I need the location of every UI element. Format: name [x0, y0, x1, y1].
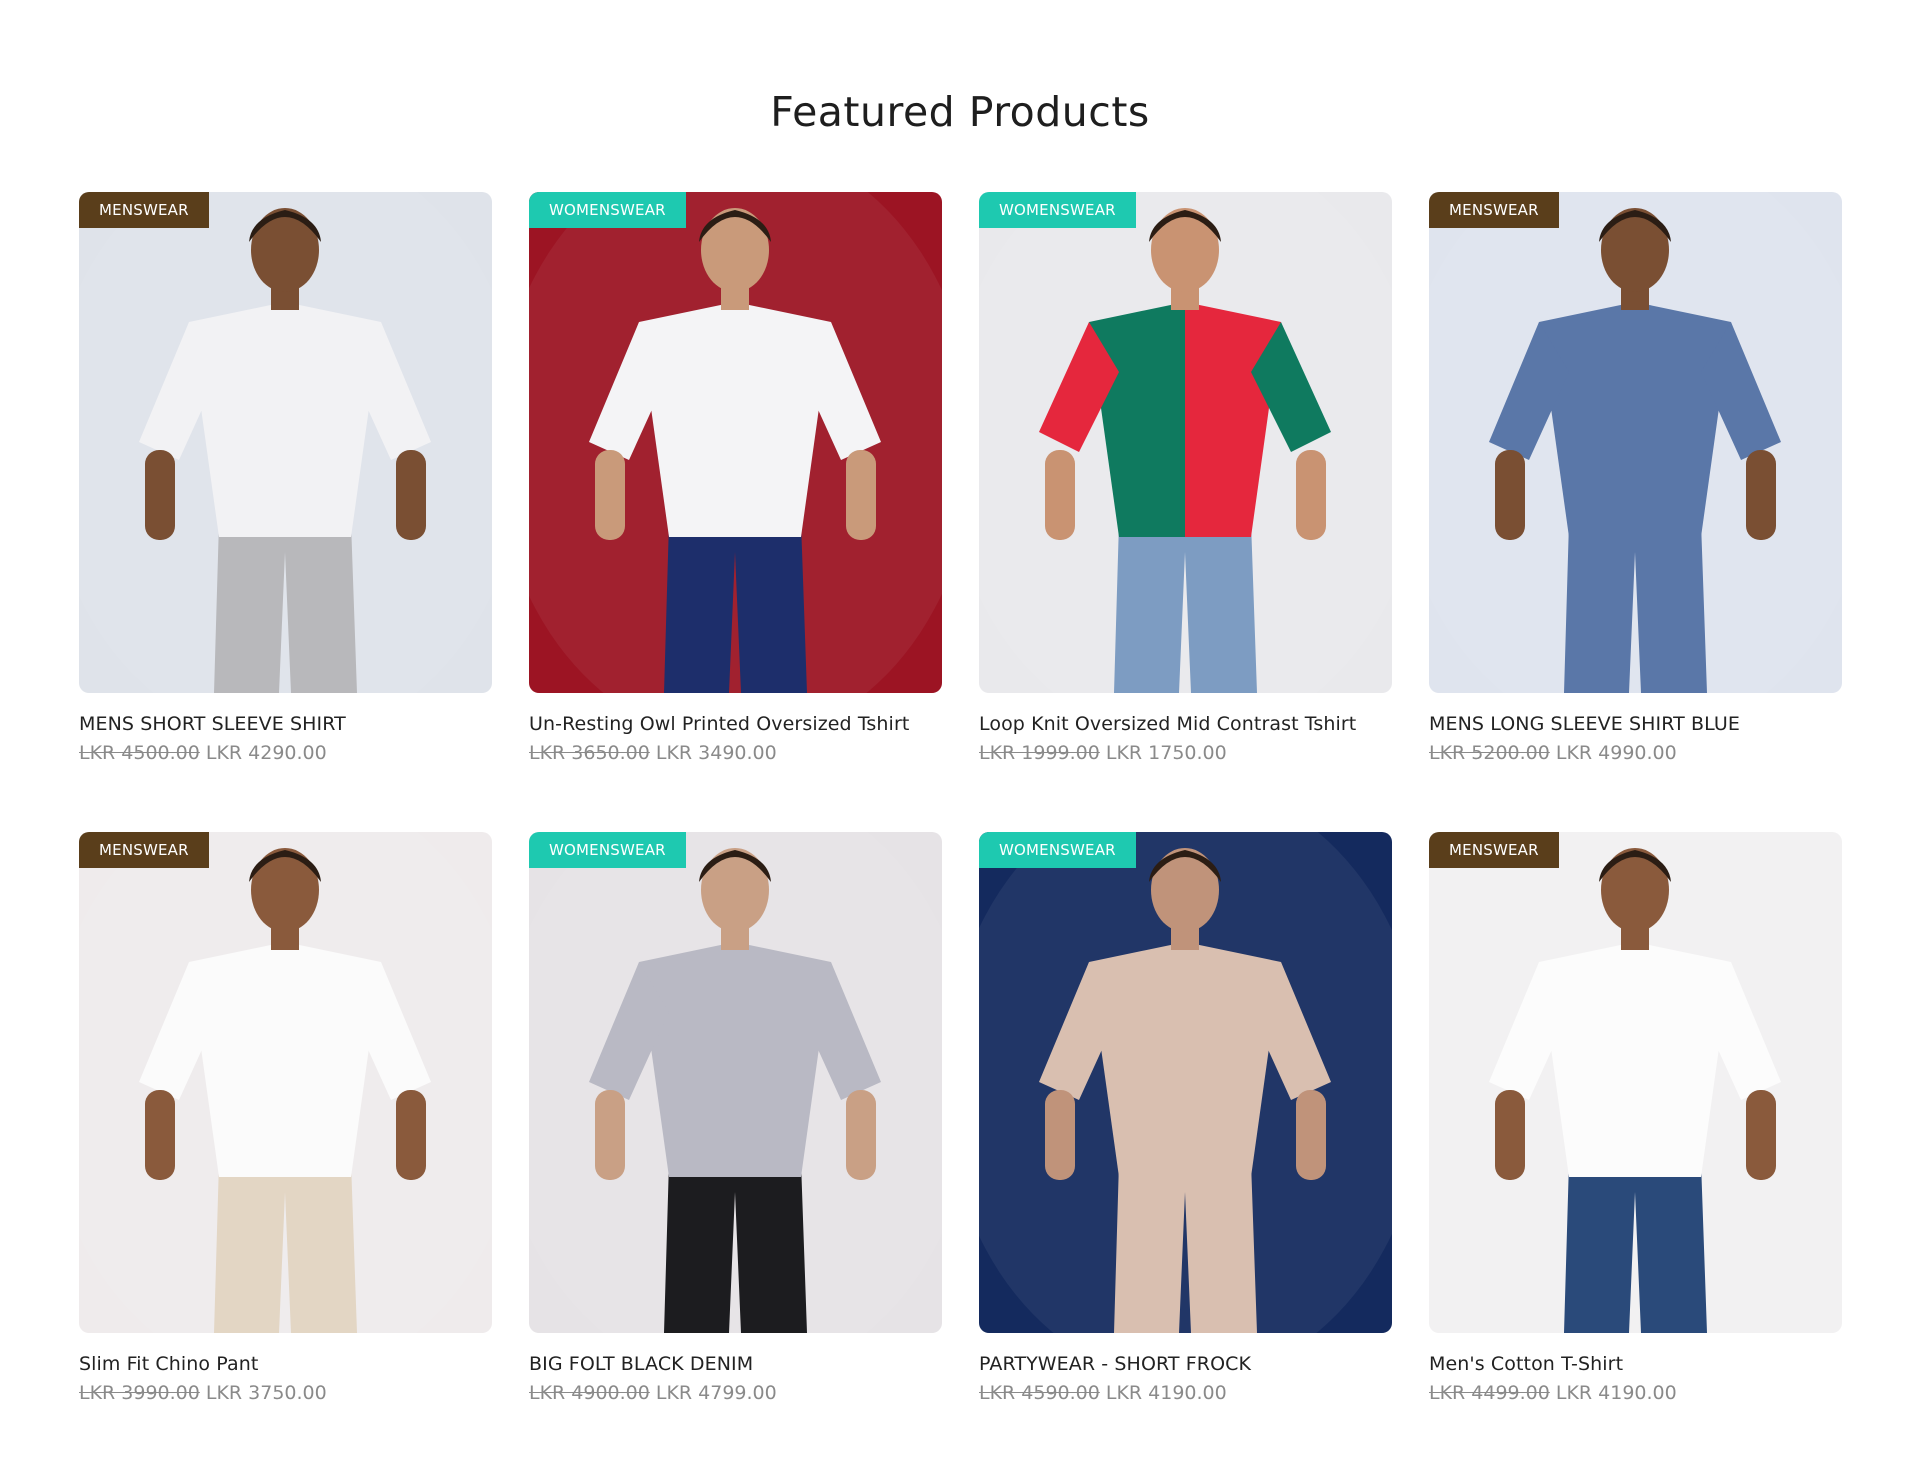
sale-price: LKR 4290.00 [205, 742, 327, 764]
product-card[interactable]: WOMENSWEAR Loop Knit Oversized Mid Contra… [979, 192, 1392, 832]
product-photo [79, 832, 492, 1333]
product-name[interactable]: Slim Fit Chino Pant [79, 1353, 492, 1375]
product-photo [979, 832, 1392, 1333]
product-grid: MENSWEAR MENS SHORT SLEEVE SHIRT LKR 4500.… [79, 192, 1842, 1472]
product-name[interactable]: MENS SHORT SLEEVE SHIRT [79, 713, 492, 735]
product-image[interactable]: WOMENSWEAR [979, 832, 1392, 1333]
product-photo [1429, 192, 1842, 693]
sale-price: LKR 4990.00 [1555, 742, 1677, 764]
original-price: LKR 4900.00 [529, 1382, 650, 1404]
product-name[interactable]: BIG FOLT BLACK DENIM [529, 1353, 942, 1375]
product-photo [529, 832, 942, 1333]
product-card[interactable]: WOMENSWEAR Un-Resting Owl Printed Oversiz… [529, 192, 942, 832]
product-image[interactable]: MENSWEAR [1429, 832, 1842, 1333]
product-name[interactable]: PARTYWEAR - SHORT FROCK [979, 1353, 1392, 1375]
product-price: LKR 3990.00 LKR 3750.00 [79, 1382, 492, 1404]
product-card[interactable]: MENSWEAR MENS SHORT SLEEVE SHIRT LKR 4500.… [79, 192, 492, 832]
section-title: Featured Products [770, 88, 1150, 136]
category-badge: MENSWEAR [79, 192, 209, 228]
original-price: LKR 4500.00 [79, 742, 200, 764]
sale-price: LKR 4799.00 [655, 1382, 777, 1404]
product-card[interactable]: MENSWEAR Slim Fit Chino Pant LKR 3990.00 LK… [79, 832, 492, 1472]
product-price: LKR 4499.00 LKR 4190.00 [1429, 1382, 1842, 1404]
product-image[interactable]: WOMENSWEAR [979, 192, 1392, 693]
original-price: LKR 3650.00 [529, 742, 650, 764]
category-badge: MENSWEAR [1429, 192, 1559, 228]
product-image[interactable]: MENSWEAR [79, 192, 492, 693]
category-badge: MENSWEAR [79, 832, 209, 868]
original-price: LKR 5200.00 [1429, 742, 1550, 764]
product-price: LKR 5200.00 LKR 4990.00 [1429, 742, 1842, 764]
product-photo [1429, 832, 1842, 1333]
product-name[interactable]: Un-Resting Owl Printed Oversized Tshirt [529, 713, 942, 735]
original-price: LKR 4499.00 [1429, 1382, 1550, 1404]
sale-price: LKR 3490.00 [655, 742, 777, 764]
product-photo [79, 192, 492, 693]
product-photo [979, 192, 1392, 693]
product-card[interactable]: MENSWEAR Men's Cotton T-Shirt LKR 4499.00 L… [1429, 832, 1842, 1472]
category-badge: WOMENSWEAR [529, 192, 686, 228]
product-image[interactable]: WOMENSWEAR [529, 832, 942, 1333]
product-price: LKR 1999.00 LKR 1750.00 [979, 742, 1392, 764]
product-image[interactable]: MENSWEAR [79, 832, 492, 1333]
original-price: LKR 4590.00 [979, 1382, 1100, 1404]
product-name[interactable]: MENS LONG SLEEVE SHIRT BLUE [1429, 713, 1842, 735]
sale-price: LKR 1750.00 [1105, 742, 1227, 764]
sale-price: LKR 3750.00 [205, 1382, 327, 1404]
sale-price: LKR 4190.00 [1555, 1382, 1677, 1404]
product-price: LKR 4900.00 LKR 4799.00 [529, 1382, 942, 1404]
product-name[interactable]: Men's Cotton T-Shirt [1429, 1353, 1842, 1375]
category-badge: WOMENSWEAR [979, 832, 1136, 868]
category-badge: MENSWEAR [1429, 832, 1559, 868]
sale-price: LKR 4190.00 [1105, 1382, 1227, 1404]
product-price: LKR 4500.00 LKR 4290.00 [79, 742, 492, 764]
product-card[interactable]: MENSWEAR MENS LONG SLEEVE SHIRT BLUE LKR 5… [1429, 192, 1842, 832]
original-price: LKR 1999.00 [979, 742, 1100, 764]
product-photo [529, 192, 942, 693]
product-image[interactable]: WOMENSWEAR [529, 192, 942, 693]
product-card[interactable]: WOMENSWEAR PARTYWEAR - SHORT FROCK LKR 459… [979, 832, 1392, 1472]
product-price: LKR 3650.00 LKR 3490.00 [529, 742, 942, 764]
category-badge: WOMENSWEAR [979, 192, 1136, 228]
product-price: LKR 4590.00 LKR 4190.00 [979, 1382, 1392, 1404]
product-card[interactable]: WOMENSWEAR BIG FOLT BLACK DENIM LKR 4900.0… [529, 832, 942, 1472]
product-name[interactable]: Loop Knit Oversized Mid Contrast Tshirt [979, 713, 1392, 735]
category-badge: WOMENSWEAR [529, 832, 686, 868]
original-price: LKR 3990.00 [79, 1382, 200, 1404]
product-image[interactable]: MENSWEAR [1429, 192, 1842, 693]
